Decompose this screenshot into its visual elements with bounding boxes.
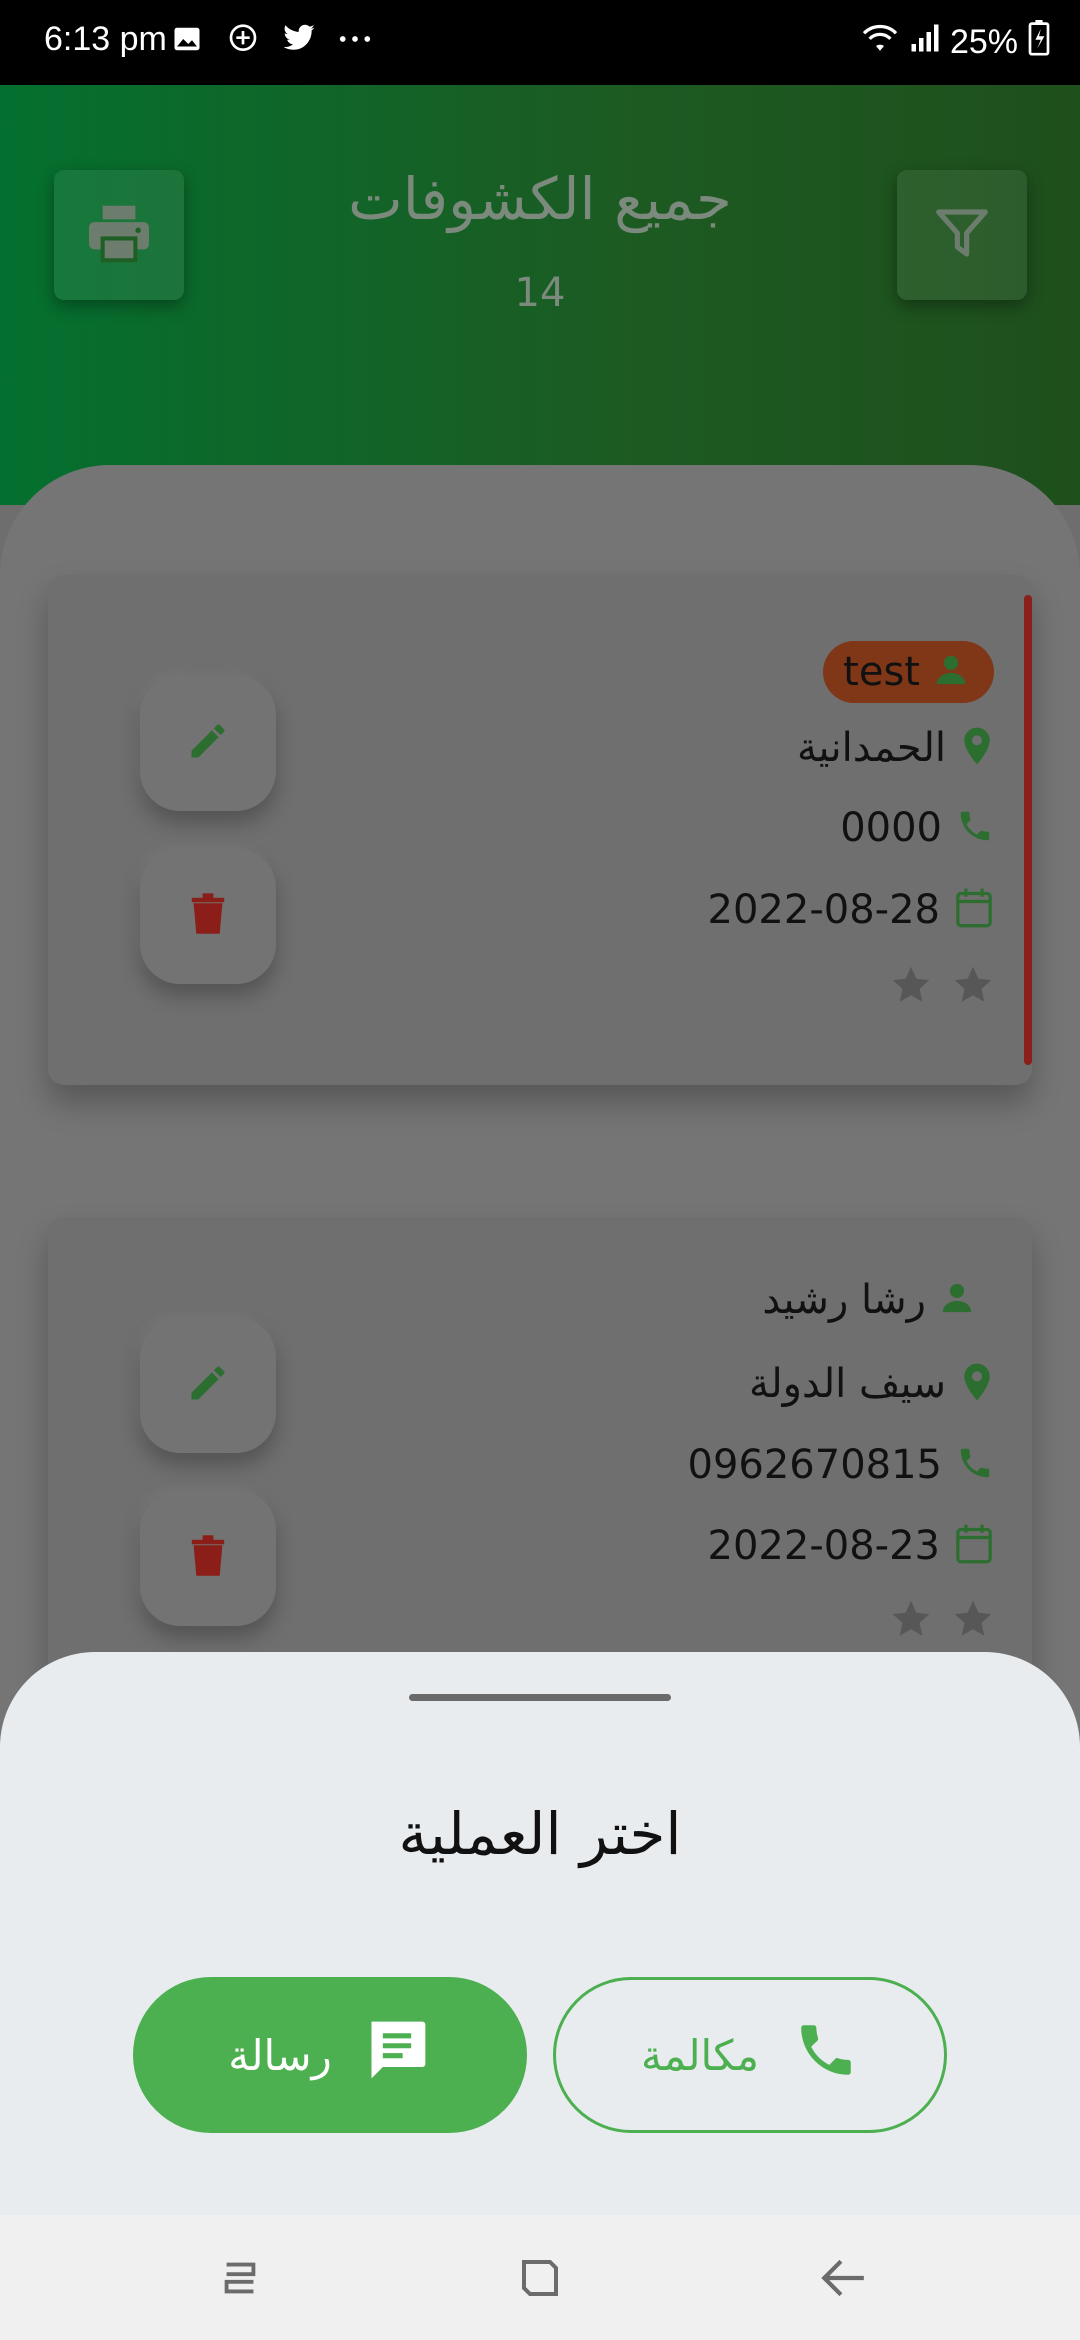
recent-apps-button[interactable] (205, 2245, 275, 2315)
back-button[interactable] (808, 2245, 878, 2315)
record-phone: 0000 (840, 805, 942, 851)
status-time: 6:13 pm (44, 20, 167, 58)
record-card[interactable]: test الحمدانية 0000 2022-08-28 (48, 575, 1032, 1085)
action-bottom-sheet: اختر العملية رسالة مكالمة (0, 1652, 1080, 2215)
record-date-row: 2022-08-23 (708, 1523, 994, 1569)
record-location-row: سيف الدولة (749, 1361, 994, 1407)
home-icon (516, 2254, 564, 2306)
record-phone-row[interactable]: 0000 (840, 805, 994, 851)
location-pin-icon (960, 1362, 994, 1406)
record-location-row: الحمدانية (797, 725, 994, 771)
sheet-title: اختر العملية (398, 1800, 682, 1868)
recent-apps-icon (217, 2255, 263, 2305)
system-nav-bar (0, 2215, 1080, 2340)
record-date-row: 2022-08-28 (708, 887, 994, 933)
battery-icon (1028, 20, 1050, 65)
delete-button[interactable] (140, 1490, 276, 1626)
delete-button[interactable] (140, 848, 276, 984)
rating-stars[interactable] (890, 965, 994, 1009)
name-badge: test (823, 641, 994, 703)
twitter-icon (282, 22, 316, 56)
call-label: مكالمة (640, 2030, 760, 2080)
edit-button[interactable] (140, 675, 276, 811)
message-button[interactable]: رسالة (133, 1977, 527, 2133)
edit-button[interactable] (140, 1317, 276, 1453)
record-location: الحمدانية (796, 725, 946, 771)
star-icon (952, 1599, 994, 1643)
record-date: 2022-08-28 (707, 887, 940, 933)
star-icon (952, 965, 994, 1009)
record-name: رشا رشيد (762, 1277, 926, 1323)
person-icon (940, 1281, 974, 1319)
trash-icon (190, 1534, 226, 1582)
phone-icon (793, 2017, 859, 2093)
plus-circle-icon (226, 22, 260, 56)
calendar-icon (954, 1523, 994, 1569)
sheet-drag-handle[interactable] (409, 1694, 671, 1701)
status-bar: 6:13 pm 25% (0, 0, 1080, 85)
star-icon (890, 1599, 932, 1643)
record-name-row: رشا رشيد (762, 1277, 974, 1323)
call-button[interactable]: مكالمة (553, 1977, 947, 2133)
person-icon (934, 653, 968, 691)
phone-icon (956, 1444, 994, 1486)
rating-stars[interactable] (890, 1599, 994, 1643)
filter-icon (934, 205, 990, 265)
pencil-icon (186, 719, 230, 767)
header: جميع الكشوفات 14 (0, 85, 1080, 505)
chat-icon (362, 2016, 432, 2094)
record-location: سيف الدولة (749, 1361, 946, 1407)
image-icon (170, 22, 204, 56)
record-phone-row[interactable]: 0962670815 (688, 1442, 995, 1488)
record-date: 2022-08-23 (707, 1523, 940, 1569)
record-name-row: test (823, 641, 994, 703)
location-pin-icon (960, 726, 994, 770)
calendar-icon (954, 887, 994, 933)
phone-icon (956, 807, 994, 849)
battery-text: 25% (949, 23, 1018, 61)
more-dots-icon (338, 22, 372, 56)
status-notification-icons (170, 22, 372, 56)
home-button[interactable] (505, 2245, 575, 2315)
status-right: 25% (860, 20, 1050, 65)
message-label: رسالة (228, 2030, 332, 2080)
record-phone: 0962670815 (687, 1442, 943, 1488)
star-icon (890, 965, 932, 1009)
pencil-icon (186, 1361, 230, 1409)
card-highlight-bar (1024, 595, 1032, 1065)
record-name: test (843, 649, 920, 695)
signal-icon (910, 23, 940, 62)
filter-button[interactable] (897, 170, 1027, 300)
trash-icon (190, 892, 226, 940)
wifi-icon (860, 22, 900, 63)
back-arrow-icon (818, 2255, 868, 2305)
